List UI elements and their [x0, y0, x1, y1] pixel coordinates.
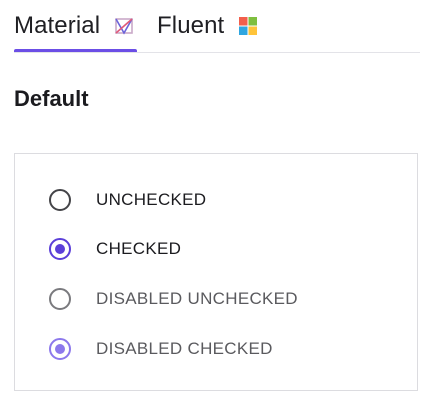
tab-fluent-label: Fluent [157, 11, 225, 39]
tab-fluent[interactable]: Fluent [157, 0, 279, 51]
radio-disabled-unchecked-icon [49, 288, 71, 310]
radio-disabled-checked-icon [49, 338, 71, 360]
radio-label: DISABLED CHECKED [96, 339, 273, 358]
tab-material[interactable]: Material [14, 0, 137, 52]
windows-logo-icon [238, 16, 258, 36]
radio-label: UNCHECKED [96, 190, 207, 209]
radio-option-disabled-unchecked: DISABLED UNCHECKED [49, 285, 298, 313]
radio-label: CHECKED [96, 239, 182, 258]
active-tab-indicator [14, 49, 137, 52]
radio-unchecked-icon[interactable] [49, 189, 71, 211]
material-logo-icon [114, 16, 134, 36]
radio-group-card: UNCHECKED CHECKED DISABLED UNCHECKED DIS… [14, 153, 418, 391]
radio-checked-icon[interactable] [49, 238, 71, 260]
radio-label: DISABLED UNCHECKED [96, 289, 298, 308]
tab-bar: Material Fluent [14, 0, 420, 53]
tab-material-label: Material [14, 11, 101, 39]
section-title: Default [14, 86, 89, 111]
radio-option-disabled-checked: DISABLED CHECKED [49, 335, 273, 363]
radio-option-unchecked[interactable]: UNCHECKED [49, 186, 206, 214]
radio-option-checked[interactable]: CHECKED [49, 235, 181, 263]
